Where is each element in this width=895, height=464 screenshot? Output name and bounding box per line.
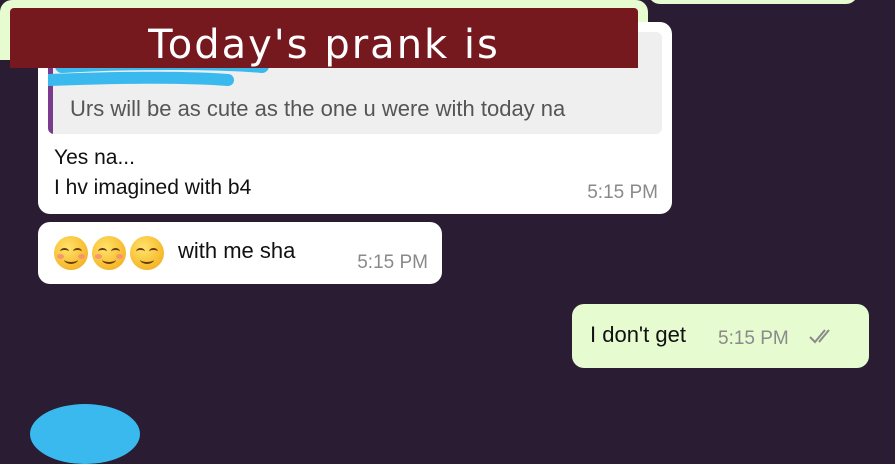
outgoing-message[interactable]: I don't get 5:15 PM xyxy=(572,304,869,368)
message-timestamp: 5:15 PM xyxy=(357,252,428,273)
quoted-text: Urs will be as cute as the one u were wi… xyxy=(70,96,566,121)
smiling-face-icon xyxy=(54,236,88,270)
previous-outgoing-bubble[interactable] xyxy=(648,0,858,4)
double-check-icon xyxy=(809,329,830,344)
incoming-message[interactable]: with me sha 5:15 PM xyxy=(38,222,442,284)
image-caption: Today's prank is xyxy=(148,22,500,68)
message-text: with me sha xyxy=(178,238,296,263)
message-timestamp: 5:15 PM xyxy=(587,182,658,203)
image-banner[interactable]: Today's prank is xyxy=(10,8,638,68)
message-text: I don't get xyxy=(590,322,686,347)
sticker-partial[interactable] xyxy=(30,404,140,464)
outgoing-image-message[interactable]: Today's prank is xyxy=(0,0,648,68)
relieved-face-icon xyxy=(130,236,164,270)
smiling-face-icon xyxy=(92,236,126,270)
message-text-line: Yes na... xyxy=(54,146,135,169)
message-timestamp: 5:15 PM xyxy=(718,328,789,349)
message-text-line: I hv imagined with b4 xyxy=(54,176,252,199)
